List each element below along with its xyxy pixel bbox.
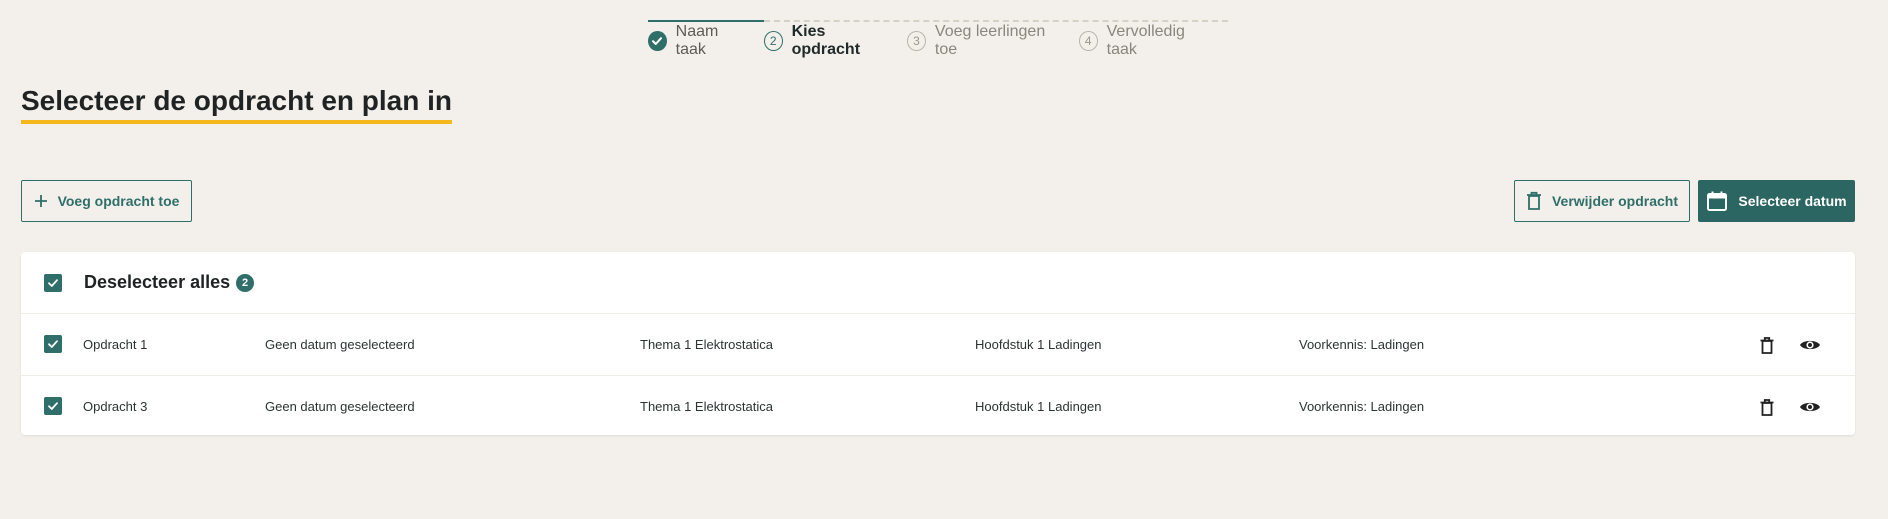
row-checkbox[interactable] xyxy=(44,335,62,353)
assignment-date: Geen datum geselecteerd xyxy=(265,399,415,414)
step-naam-taak[interactable]: Naam taak xyxy=(648,22,748,60)
delete-row-button[interactable] xyxy=(1754,394,1780,420)
step-number: 3 xyxy=(907,31,926,51)
plus-icon xyxy=(34,194,48,208)
assignment-prior-knowledge: Voorkennis: Ladingen xyxy=(1299,337,1425,352)
eye-icon xyxy=(1800,340,1820,350)
trash-icon xyxy=(1526,191,1542,211)
view-row-button[interactable] xyxy=(1797,394,1823,420)
check-icon xyxy=(48,340,58,348)
calendar-icon xyxy=(1706,190,1728,212)
table-row: Opdracht 1 Geen datum geselecteerd Thema… xyxy=(21,314,1855,376)
select-date-label: Selecteer datum xyxy=(1738,193,1847,209)
delete-row-button[interactable] xyxy=(1754,332,1780,358)
list-header: Deselecteer alles 2 xyxy=(21,252,1855,314)
assignment-date: Geen datum geselecteerd xyxy=(265,337,415,352)
row-checkbox[interactable] xyxy=(44,397,62,415)
eye-icon xyxy=(1800,402,1820,412)
assignment-prior-knowledge: Voorkennis: Ladingen xyxy=(1299,399,1425,414)
step-kies-opdracht[interactable]: 2 Kies opdracht xyxy=(763,22,891,60)
step-label: Vervolledig taak xyxy=(1106,23,1185,58)
assignment-theme: Thema 1 Elektrostatica xyxy=(640,399,773,414)
trash-icon xyxy=(1760,398,1774,416)
step-vervolledig-taak[interactable]: 4 Vervolledig taak xyxy=(1078,22,1212,60)
stepper-remaining-line xyxy=(764,20,1228,22)
assignment-list: Deselecteer alles 2 Opdracht 1 Geen datu… xyxy=(21,252,1855,435)
step-voeg-leerlingen-toe[interactable]: 3 Voeg leerlingen toe xyxy=(907,22,1063,60)
assignment-theme: Thema 1 Elektrostatica xyxy=(640,337,773,352)
step-label: Voeg leerlingen toe xyxy=(934,23,1046,58)
row-checkbox-wrap xyxy=(21,314,83,375)
stepper-progress-line xyxy=(648,20,764,22)
step-label: Kies opdracht xyxy=(791,23,861,58)
assignment-name: Opdracht 3 xyxy=(83,399,148,414)
check-icon xyxy=(48,402,58,410)
step-number: 4 xyxy=(1078,31,1098,51)
delete-assignment-button[interactable]: Verwijder opdracht xyxy=(1514,180,1690,222)
select-date-button[interactable]: Selecteer datum xyxy=(1698,180,1855,222)
view-row-button[interactable] xyxy=(1797,332,1823,358)
stepper: Naam taak 2 Kies opdracht 3 Voeg leerlin… xyxy=(648,20,1228,60)
delete-assignment-label: Verwijder opdracht xyxy=(1551,193,1679,209)
trash-icon xyxy=(1760,336,1774,354)
deselect-all-label[interactable]: Deselecteer alles xyxy=(84,272,230,293)
add-assignment-label: Voeg opdracht toe xyxy=(57,193,180,209)
assignment-chapter: Hoofdstuk 1 Ladingen xyxy=(975,399,1102,414)
add-assignment-button[interactable]: Voeg opdracht toe xyxy=(21,180,192,222)
page-title: Selecteer de opdracht en plan in xyxy=(21,84,453,124)
assignment-name: Opdracht 1 xyxy=(83,337,148,352)
check-icon xyxy=(48,278,58,287)
assignment-chapter: Hoofdstuk 1 Ladingen xyxy=(975,337,1102,352)
selected-count-badge: 2 xyxy=(236,273,255,292)
row-checkbox-wrap xyxy=(21,376,83,437)
step-label: Naam taak xyxy=(675,23,719,58)
select-all-checkbox[interactable] xyxy=(44,273,62,292)
step-number: 2 xyxy=(763,31,783,51)
table-row: Opdracht 3 Geen datum geselecteerd Thema… xyxy=(21,376,1855,437)
check-icon xyxy=(648,31,667,51)
